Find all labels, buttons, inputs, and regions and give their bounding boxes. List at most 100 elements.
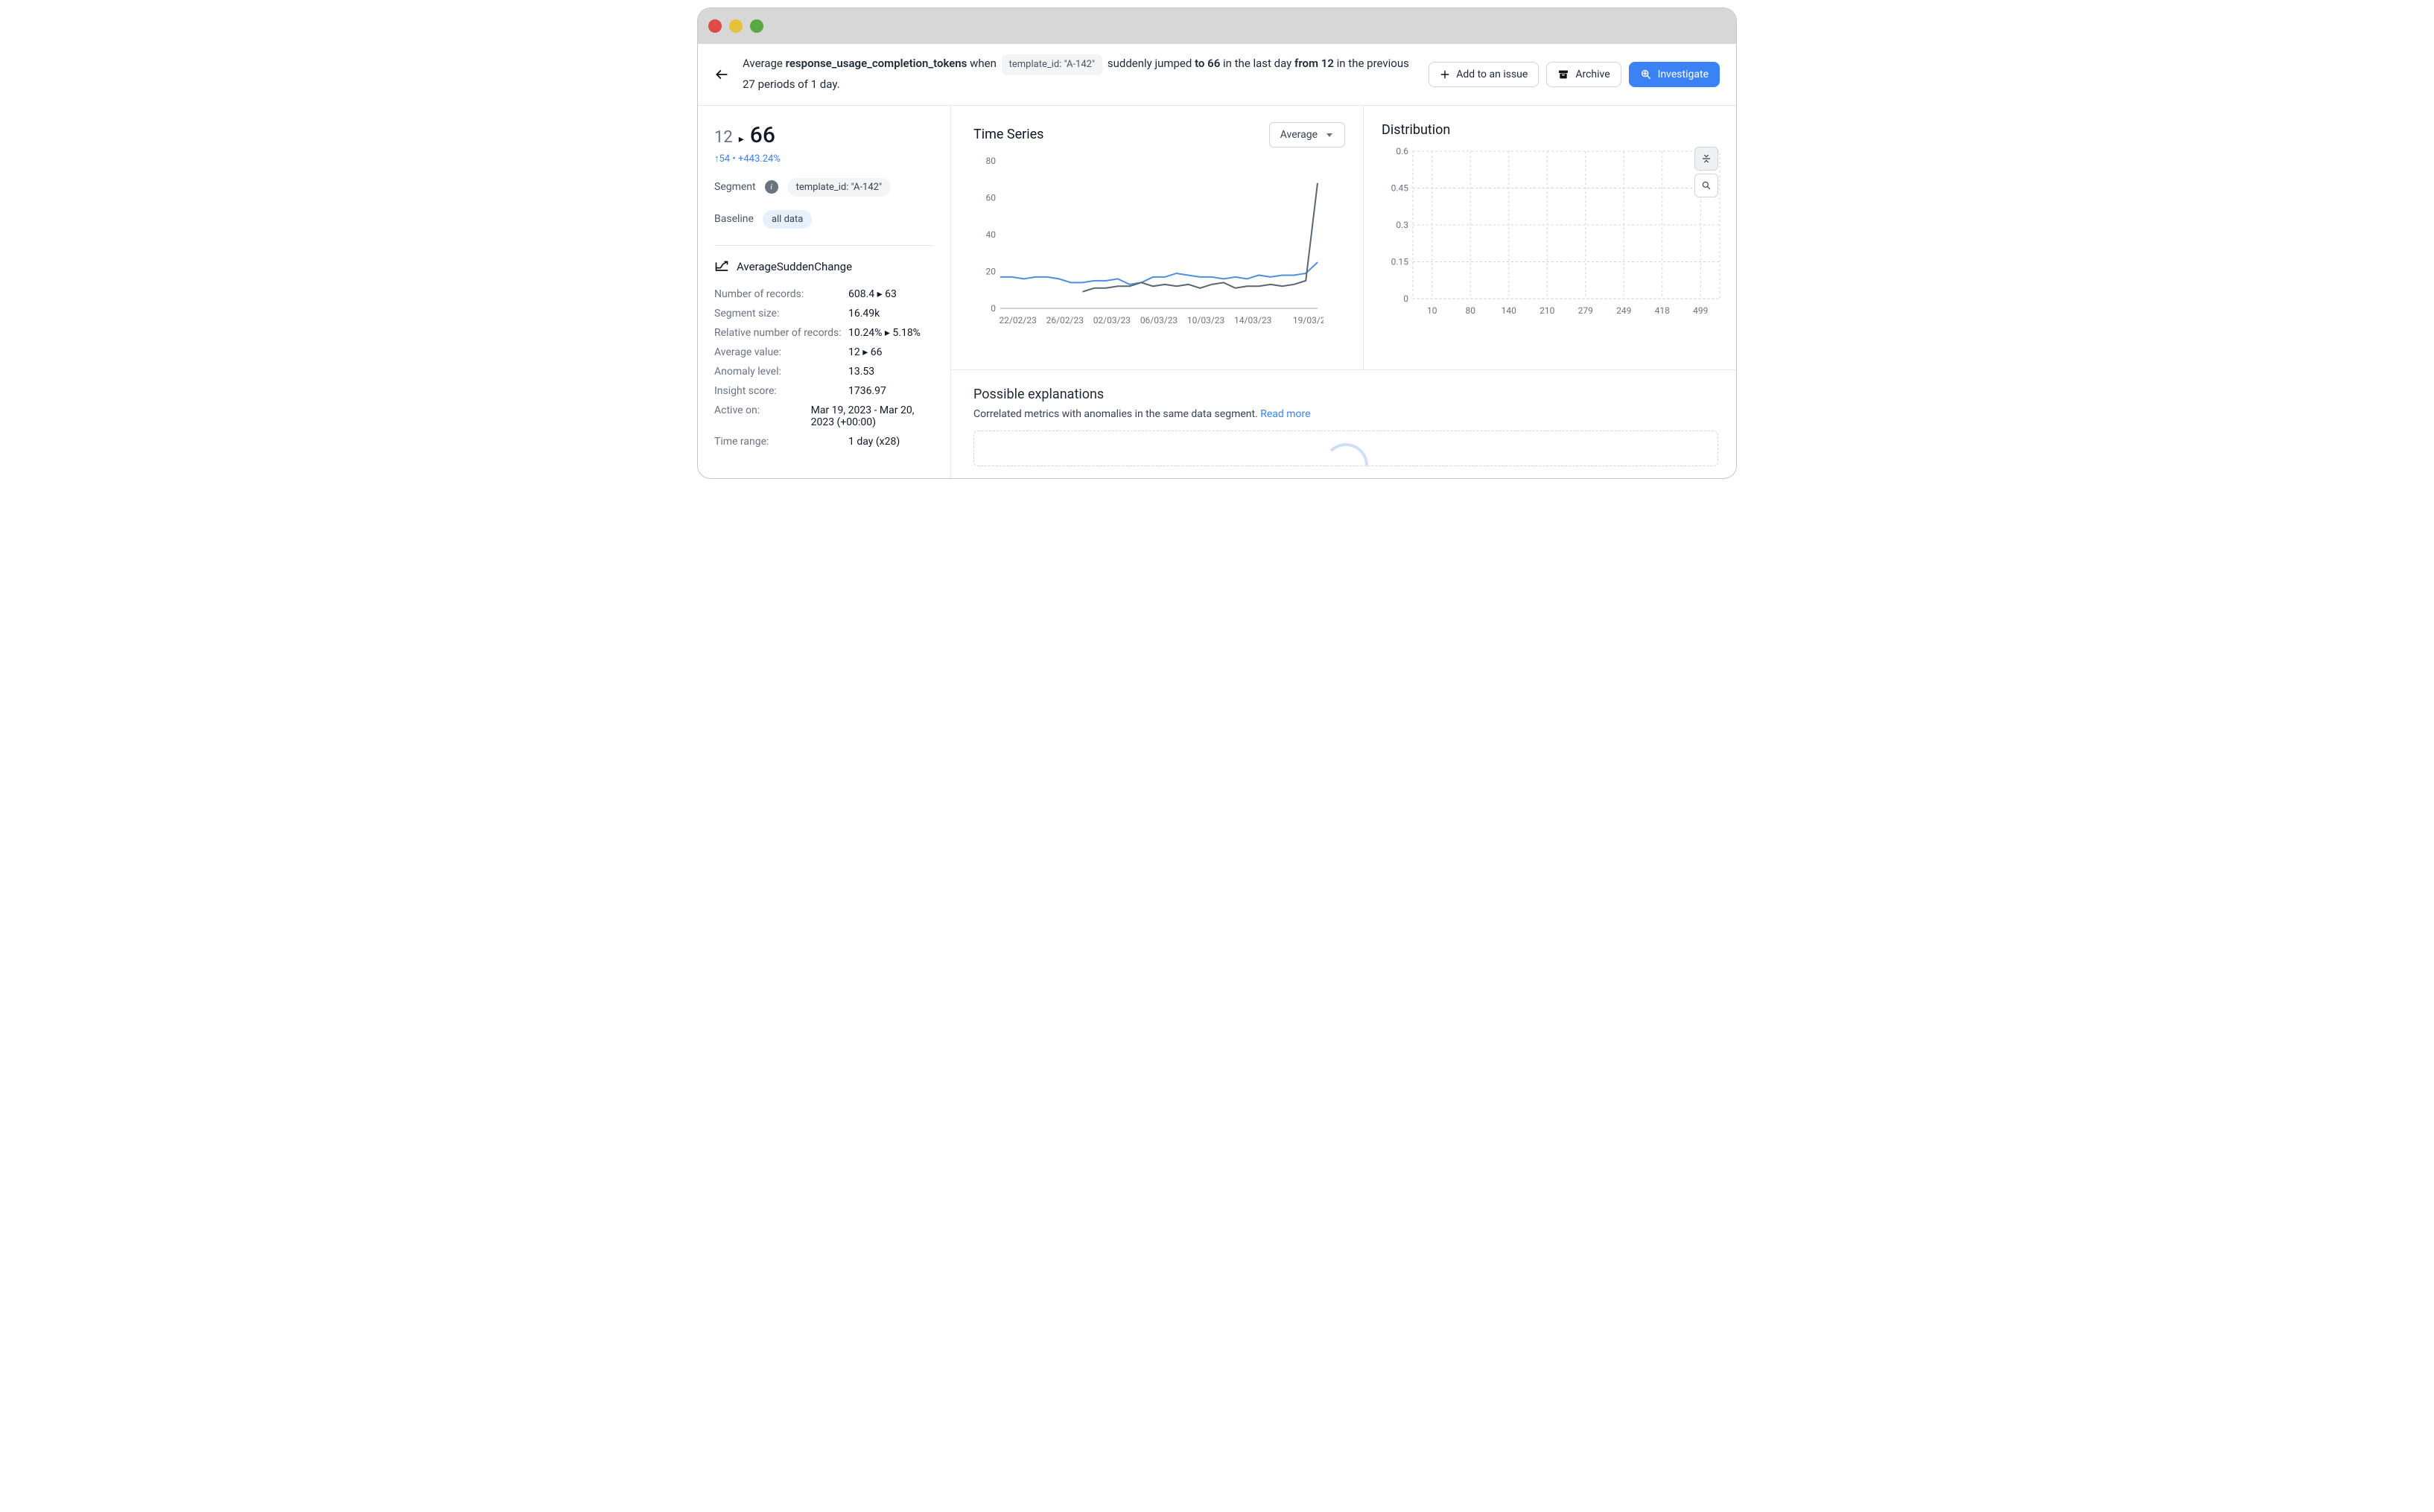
insight-summary: Average response_usage_completion_tokens… — [743, 54, 1418, 95]
spinner-icon — [1324, 443, 1368, 466]
svg-text:10: 10 — [1427, 305, 1437, 316]
svg-text:279: 279 — [1578, 305, 1593, 316]
sidebar-divider — [714, 245, 934, 246]
stats-value: 13.53 — [848, 366, 874, 378]
svg-text:499: 499 — [1693, 305, 1708, 316]
stats-label: Time range: — [714, 436, 848, 448]
insight-sidebar: 12 ▸ 66 ↑54 • +443.24% Segment i templat… — [698, 106, 951, 478]
timeseries-chart[interactable]: 02040608022/02/2326/02/2302/03/2306/03/2… — [973, 156, 1345, 328]
investigate-label: Investigate — [1658, 69, 1709, 80]
collapse-icon — [1701, 153, 1712, 164]
segment-row: Segment i template_id: "A-142" — [714, 178, 934, 197]
svg-text:0.45: 0.45 — [1391, 182, 1409, 193]
summary-text-lastday: in the last day — [1220, 57, 1294, 70]
stats-label: Average value: — [714, 346, 848, 358]
back-button[interactable] — [711, 64, 732, 85]
distribution-chart[interactable]: 00.150.30.450.61080140210279249418499 — [1382, 147, 1718, 318]
stats-label: Number of records: — [714, 288, 848, 300]
read-more-link[interactable]: Read more — [1260, 408, 1310, 420]
value-delta: ↑54 • +443.24% — [714, 153, 934, 165]
distribution-title: Distribution — [1382, 122, 1450, 138]
svg-text:06/03/23: 06/03/23 — [1140, 315, 1178, 325]
value-from: 12 — [714, 128, 733, 147]
value-to: 66 — [750, 122, 775, 148]
stats-value: 16.49k — [848, 308, 880, 320]
explanations-subtitle-text: Correlated metrics with anomalies in the… — [973, 408, 1260, 420]
svg-text:80: 80 — [986, 156, 997, 166]
zoom-button[interactable] — [1694, 174, 1718, 197]
svg-text:60: 60 — [986, 192, 997, 203]
header-actions: Add to an issue Archive Investigate — [1429, 62, 1720, 87]
segment-label: Segment — [714, 181, 756, 193]
distribution-controls — [1694, 147, 1718, 197]
timeseries-header: Time Series Average — [973, 122, 1345, 147]
svg-text:02/03/23: 02/03/23 — [1093, 315, 1131, 325]
window-minimize-dot[interactable] — [729, 19, 743, 33]
svg-text:249: 249 — [1616, 305, 1631, 316]
aggregation-value: Average — [1280, 129, 1318, 141]
add-to-issue-button[interactable]: Add to an issue — [1429, 62, 1539, 87]
right-column: Time Series Average 02040608022/02/2326/… — [951, 106, 1736, 478]
svg-text:14/03/23: 14/03/23 — [1234, 315, 1271, 325]
stats-label: Relative number of records: — [714, 327, 848, 339]
content-area: 12 ▸ 66 ↑54 • +443.24% Segment i templat… — [698, 106, 1736, 478]
timeseries-title: Time Series — [973, 127, 1043, 142]
magnifier-icon — [1701, 180, 1712, 191]
stats-row: Number of records:608.4 ▸ 63 — [714, 285, 934, 304]
stats-row: Insight score:1736.97 — [714, 381, 934, 401]
stats-value: 1736.97 — [848, 385, 886, 397]
info-icon[interactable]: i — [765, 180, 778, 194]
svg-text:80: 80 — [1466, 305, 1476, 316]
stats-label: Segment size: — [714, 308, 848, 320]
stats-value: 1 day (x28) — [848, 436, 900, 448]
svg-text:19/03/23: 19/03/23 — [1293, 315, 1324, 325]
summary-text-jumped: suddenly jumped — [1105, 57, 1195, 70]
svg-text:40: 40 — [986, 229, 997, 240]
delta-pct: +443.24% — [738, 153, 781, 165]
summary-text-when: when — [967, 57, 999, 70]
svg-text:0.15: 0.15 — [1391, 256, 1409, 267]
window-close-dot[interactable] — [708, 19, 722, 33]
window-zoom-dot[interactable] — [750, 19, 763, 33]
value-change: 12 ▸ 66 — [714, 122, 934, 148]
chart-panels: Time Series Average 02040608022/02/2326/… — [951, 106, 1736, 369]
stats-label: Anomaly level: — [714, 366, 848, 378]
insight-type-label: AverageSuddenChange — [737, 260, 852, 273]
explanations-loading-box — [973, 431, 1718, 466]
baseline-chip[interactable]: all data — [763, 210, 812, 229]
svg-text:0: 0 — [991, 303, 996, 314]
svg-text:22/02/23: 22/02/23 — [999, 315, 1036, 325]
svg-text:140: 140 — [1502, 305, 1516, 316]
summary-from-value: 12 — [1321, 57, 1334, 70]
summary-metric: response_usage_completion_tokens — [786, 57, 967, 70]
segment-chip[interactable]: template_id: "A-142" — [787, 178, 892, 197]
stats-value: 12 ▸ 66 — [848, 346, 882, 358]
investigate-button[interactable]: Investigate — [1629, 62, 1720, 87]
insight-type-row: AverageSuddenChange — [714, 259, 934, 274]
stats-label: Insight score: — [714, 385, 848, 397]
summary-to-value: 66 — [1207, 57, 1220, 70]
app-window: Average response_usage_completion_tokens… — [697, 7, 1737, 479]
window-titlebar — [698, 8, 1736, 44]
svg-text:0.3: 0.3 — [1396, 220, 1408, 230]
sudden-change-icon — [714, 259, 729, 274]
svg-text:210: 210 — [1539, 305, 1554, 316]
distribution-header: Distribution — [1382, 122, 1718, 138]
insight-stats: Number of records:608.4 ▸ 63Segment size… — [714, 285, 934, 451]
delta-sep: • — [732, 153, 738, 165]
delta-abs: 54 — [719, 153, 731, 165]
explanations-title: Possible explanations — [973, 387, 1718, 402]
plus-icon — [1440, 69, 1450, 80]
summary-to-prefix: to — [1195, 57, 1207, 70]
svg-text:20: 20 — [986, 266, 997, 276]
archive-button[interactable]: Archive — [1546, 62, 1621, 87]
aggregation-select[interactable]: Average — [1269, 122, 1345, 147]
explanations-subtitle: Correlated metrics with anomalies in the… — [973, 408, 1718, 420]
svg-text:0.6: 0.6 — [1396, 147, 1408, 156]
summary-filter-tag: template_id: "A-142" — [1002, 54, 1103, 75]
distribution-svg: 00.150.30.450.61080140210279249418499 — [1382, 147, 1724, 318]
stats-row: Segment size:16.49k — [714, 304, 934, 323]
stats-value: 608.4 ▸ 63 — [848, 288, 897, 300]
collapse-axis-button[interactable] — [1694, 147, 1718, 171]
chevron-down-icon — [1325, 130, 1334, 139]
